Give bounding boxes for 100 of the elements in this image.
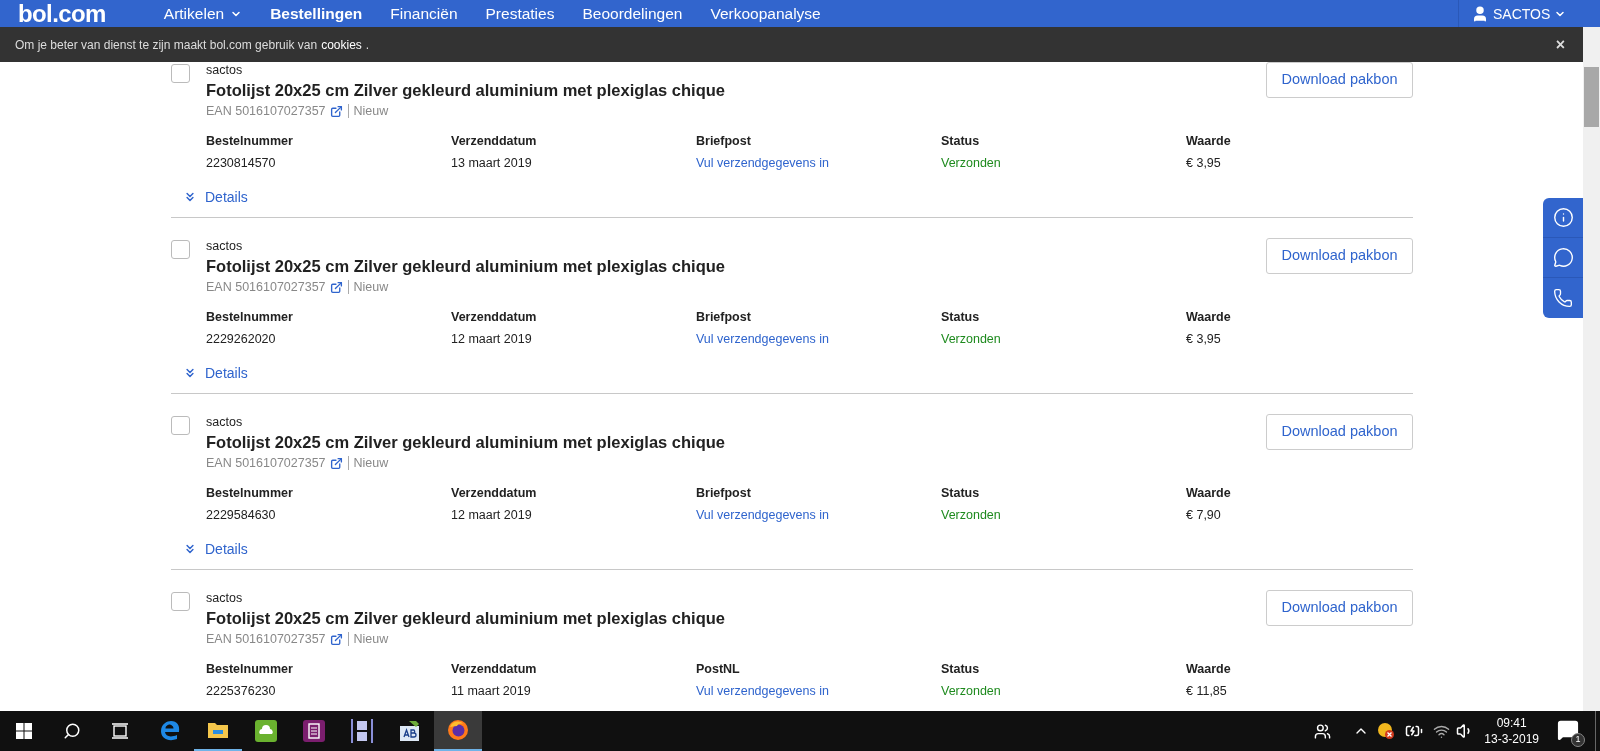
field-label: Bestelnummer — [206, 485, 294, 501]
seller-name: sactos — [206, 590, 244, 606]
external-link-icon[interactable] — [329, 456, 343, 470]
chat-icon[interactable] — [1552, 247, 1574, 268]
scrollbar[interactable] — [1583, 27, 1600, 711]
field-value: € 11,85 — [1186, 683, 1228, 699]
checkbox[interactable] — [171, 592, 190, 611]
notification-count: 1 — [1571, 733, 1585, 747]
field-label: Briefpost — [696, 133, 752, 149]
nav-tab[interactable]: Financiën — [390, 1, 458, 26]
checkbox[interactable] — [171, 240, 190, 259]
cookie-notice: Om je beter van dienst te zijn maakt bol.com gebruik van — [15, 36, 318, 54]
external-link-icon[interactable] — [329, 104, 343, 118]
shipping-link[interactable]: Vul verzendgegevens in — [696, 507, 941, 523]
action-center-icon[interactable] — [1557, 719, 1579, 741]
product-title[interactable]: Fotolijst 20x25 cm Zilver gekleurd aluminium met plexiglas chique — [206, 432, 1266, 452]
ean-number: EAN 5016107027357 — [206, 103, 326, 119]
firefox-icon[interactable] — [447, 719, 469, 741]
field-label: Waarde — [1186, 661, 1232, 677]
user-menu[interactable]: SACTOS — [1471, 4, 1567, 23]
status-text: Verzonden — [941, 155, 1002, 171]
field-label: Verzenddatum — [451, 309, 538, 325]
product-title[interactable]: Fotolijst 20x25 cm Zilver gekleurd aluminium met plexiglas chique — [206, 80, 1266, 100]
shipping-link[interactable]: Vul verzendgegevens in — [696, 683, 941, 699]
field-label: Status — [941, 485, 981, 501]
field-value: € 3,95 — [1186, 155, 1222, 171]
field-value: 11 maart 2019 — [451, 683, 532, 699]
download-button[interactable]: Download pakbon — [1266, 62, 1413, 98]
close-button[interactable]: × — [1555, 32, 1565, 57]
status-text: Verzonden — [941, 507, 1002, 523]
phone-icon[interactable] — [1553, 288, 1573, 308]
nav-tab[interactable]: Verkoopanalyse — [710, 1, 821, 26]
clock-time: 09:41 — [1496, 715, 1527, 731]
details-link[interactable]: Details — [205, 541, 248, 557]
details-link[interactable]: Details — [205, 189, 248, 205]
field-label: Waarde — [1186, 133, 1232, 149]
product-title[interactable]: Fotolijst 20x25 cm Zilver gekleurd aluminium met plexiglas chique — [206, 256, 1266, 276]
field-label: Waarde — [1186, 485, 1232, 501]
checkbox[interactable] — [171, 64, 190, 83]
cookies-link[interactable]: cookies — [321, 35, 362, 54]
nav-tab[interactable]: Artikelen — [163, 1, 243, 26]
search-icon[interactable] — [63, 722, 81, 740]
field-label: Briefpost — [696, 485, 752, 501]
shipping-link[interactable]: Vul verzendgegevens in — [696, 155, 941, 171]
details-link[interactable]: Details — [205, 365, 248, 381]
field-label: Verzenddatum — [451, 133, 538, 149]
clock-date: 13-3-2019 — [1484, 731, 1539, 747]
external-link-icon[interactable] — [329, 632, 343, 646]
download-button[interactable]: Download pakbon — [1266, 238, 1413, 274]
clock[interactable]: 09:41 13-3-2019 — [1484, 715, 1539, 747]
people-icon[interactable] — [1314, 722, 1332, 740]
field-label: Waarde — [1186, 309, 1232, 325]
folder-icon[interactable] — [207, 721, 229, 739]
ean-number: EAN 5016107027357 — [206, 455, 326, 471]
logo[interactable]: bol.com — [18, 0, 106, 27]
field-label: Briefpost — [696, 309, 752, 325]
condition-text: Nieuw — [353, 279, 389, 295]
nav-tab[interactable]: Beoordelingen — [582, 1, 683, 26]
status-text: Verzonden — [941, 683, 1002, 699]
seller-name: sactos — [206, 62, 244, 78]
ean-number: EAN 5016107027357 — [206, 631, 326, 647]
panels-icon[interactable] — [350, 719, 374, 743]
field-label: Verzenddatum — [451, 485, 538, 501]
product-title[interactable]: Fotolijst 20x25 cm Zilver gekleurd aluminium met plexiglas chique — [206, 608, 1266, 628]
field-value: 2229262020 — [206, 331, 277, 347]
field-label: Bestelnummer — [206, 661, 294, 677]
field-value: 12 maart 2019 — [451, 331, 533, 347]
field-label: Status — [941, 133, 981, 149]
field-value: € 3,95 — [1186, 331, 1222, 347]
info-icon[interactable] — [1552, 207, 1574, 228]
ean-number: EAN 5016107027357 — [206, 279, 326, 295]
condition-text: Nieuw — [353, 455, 389, 471]
field-label: Verzenddatum — [451, 661, 538, 677]
seller-name: sactos — [206, 238, 244, 254]
browser-e-icon[interactable] — [159, 720, 181, 742]
field-value: 13 maart 2019 — [451, 155, 533, 171]
translate-app-icon[interactable] — [399, 720, 421, 742]
field-value: 2230814570 — [206, 155, 277, 171]
notebook-icon[interactable] — [303, 720, 325, 742]
app-status-icon[interactable] — [1377, 722, 1396, 740]
download-button[interactable]: Download pakbon — [1266, 414, 1413, 450]
nav-tab[interactable]: Bestellingen — [270, 1, 363, 26]
chevrons-down-icon[interactable] — [183, 190, 197, 204]
external-link-icon[interactable] — [329, 280, 343, 294]
condition-text: Nieuw — [353, 631, 389, 647]
field-label: Bestelnummer — [206, 309, 294, 325]
period-text: . — [365, 36, 370, 54]
cloud-app-icon[interactable] — [255, 720, 277, 742]
seller-name: sactos — [206, 414, 244, 430]
chevrons-down-icon[interactable] — [183, 366, 197, 380]
status-text: Verzonden — [941, 331, 1002, 347]
field-value: 2225376230 — [206, 683, 277, 699]
nav-tab[interactable]: Prestaties — [485, 1, 555, 26]
field-label: Bestelnummer — [206, 133, 294, 149]
chevrons-down-icon[interactable] — [183, 542, 197, 556]
field-value: 2229584630 — [206, 507, 277, 523]
shipping-link[interactable]: Vul verzendgegevens in — [696, 331, 941, 347]
download-button[interactable]: Download pakbon — [1266, 590, 1413, 626]
checkbox[interactable] — [171, 416, 190, 435]
task-view-icon[interactable] — [111, 723, 129, 739]
